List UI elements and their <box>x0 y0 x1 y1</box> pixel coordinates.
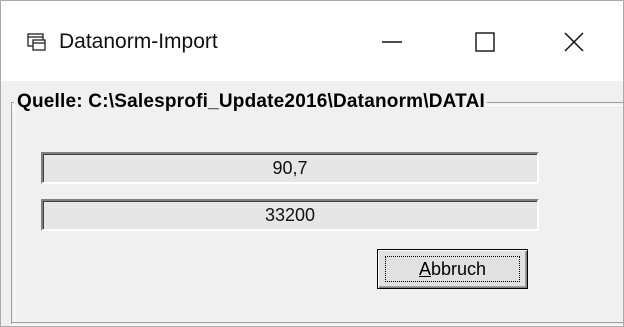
title-bar[interactable]: Datanorm-Import <box>1 1 623 81</box>
window-app-icon <box>27 33 46 51</box>
maximize-button[interactable] <box>460 19 510 65</box>
minimize-button[interactable] <box>367 19 417 65</box>
groupbox-left-border <box>11 102 15 324</box>
close-button[interactable] <box>549 19 599 65</box>
window-title: Datanorm-Import <box>59 30 218 53</box>
datanorm-import-window: Datanorm-Import Quelle: C:\Salesprofi_Up… <box>0 0 624 327</box>
focus-ring <box>385 256 520 282</box>
close-icon <box>564 32 584 52</box>
minimize-icon <box>382 41 402 43</box>
groupbox-bottom-border <box>11 322 623 326</box>
cancel-button[interactable]: Abbruch <box>377 249 528 289</box>
maximize-icon <box>475 32 495 52</box>
source-path-label: Quelle: C:\Salesprofi_Update2016\Datanor… <box>15 91 487 113</box>
progress-percent-text: 90,7 <box>272 157 308 178</box>
progress-field-count: 33200 <box>41 199 539 231</box>
progress-field-percent: 90,7 <box>41 152 539 184</box>
progress-count-text: 33200 <box>264 204 316 225</box>
